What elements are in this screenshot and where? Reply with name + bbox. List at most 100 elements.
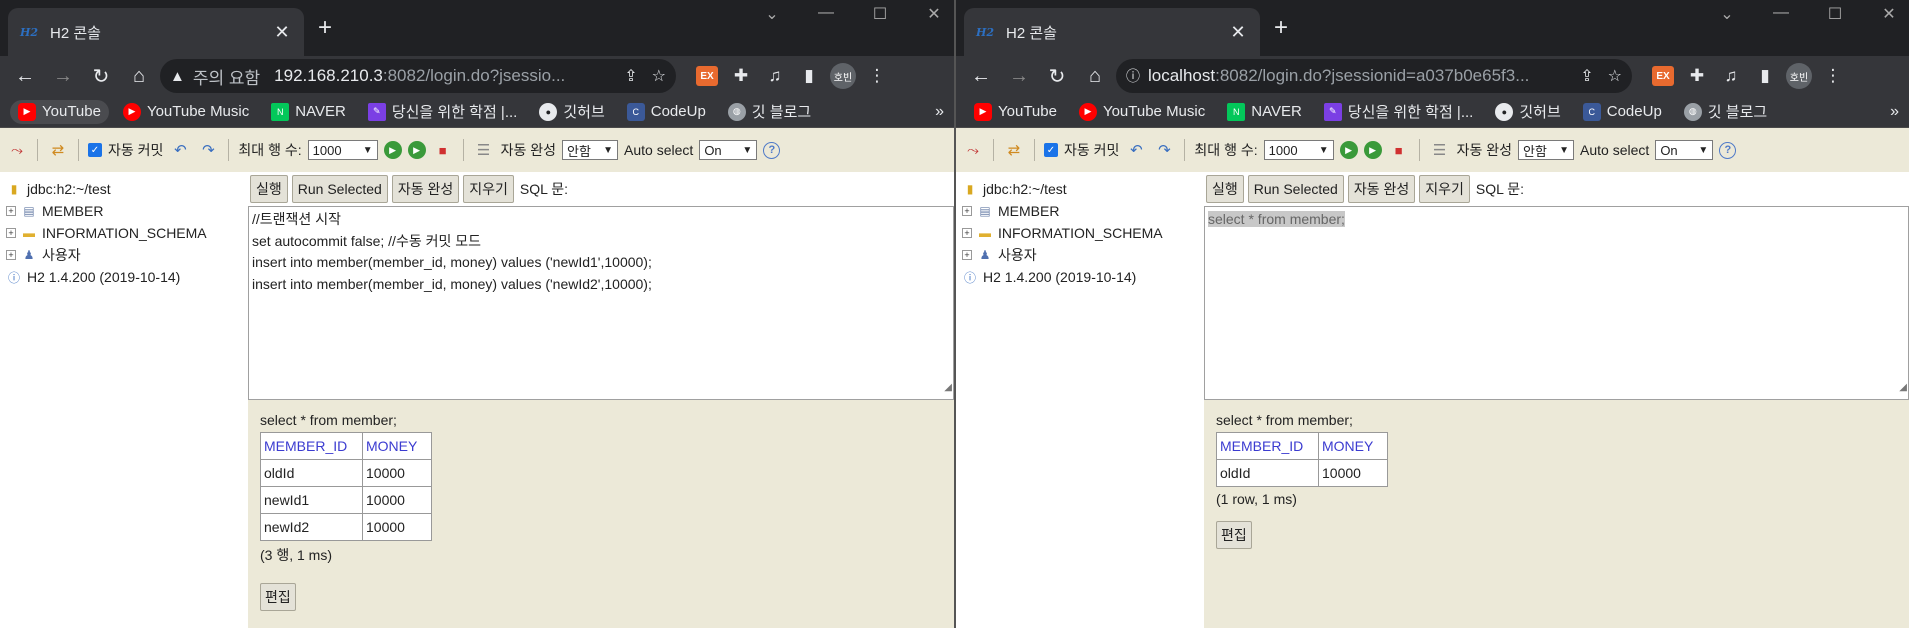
home-icon[interactable]: ⌂	[1078, 59, 1112, 93]
auto-select-select[interactable]: On ▼	[699, 140, 758, 160]
disconnect-icon[interactable]: ⤳	[962, 139, 984, 161]
bookmark-youtube-music[interactable]: ▶ YouTube Music	[115, 100, 257, 124]
rollback-icon[interactable]: ↶	[169, 139, 191, 161]
run-selected-button[interactable]: Run Selected	[291, 175, 388, 203]
bookmark-naver[interactable]: N NAVER	[1219, 100, 1310, 124]
autocomplete-button[interactable]: 자동 완성	[1347, 175, 1416, 203]
new-tab-icon[interactable]: +	[318, 14, 332, 42]
bookmark-github[interactable]: ● 깃허브	[531, 98, 612, 125]
share-icon[interactable]: ⇪	[624, 66, 637, 86]
back-icon[interactable]: ←	[964, 59, 998, 93]
resize-handle-icon[interactable]: ◢	[1899, 377, 1907, 399]
maximize-icon[interactable]: ☐	[868, 4, 892, 24]
expand-icon[interactable]: +	[962, 228, 972, 238]
tree-users[interactable]: + ♟ 사용자	[962, 244, 1198, 266]
tree-information-schema[interactable]: + ▬ INFORMATION_SCHEMA	[6, 222, 242, 244]
run-icon[interactable]: ▶	[383, 141, 402, 159]
tree-connection[interactable]: ▮ jdbc:h2:~/test	[962, 178, 1198, 200]
share-icon[interactable]: ⇪	[1580, 66, 1593, 86]
bookmark-grades[interactable]: ✎ 당신을 위한 학점 |...	[1316, 98, 1482, 125]
tab-close-icon[interactable]: ✕	[272, 22, 292, 43]
help-icon[interactable]: ?	[763, 141, 781, 159]
expand-icon[interactable]: +	[6, 206, 16, 216]
home-icon[interactable]: ⌂	[122, 59, 156, 93]
profile-avatar[interactable]: 호빈	[828, 61, 858, 91]
sql-editor[interactable]: //트랜잭션 시작 set autocommit false; //수동 커밋 …	[248, 206, 954, 400]
expand-icon[interactable]: +	[6, 250, 16, 260]
warning-icon[interactable]: ▲	[170, 68, 185, 85]
expand-icon[interactable]: +	[962, 250, 972, 260]
media-control-icon[interactable]: ♫	[1716, 61, 1746, 91]
extension-ex-icon[interactable]: EX	[692, 61, 722, 91]
bookmarks-overflow-icon[interactable]: »	[1890, 103, 1899, 121]
run-selected-button[interactable]: Run Selected	[1247, 175, 1344, 203]
bookmark-codeup[interactable]: C CodeUp	[619, 100, 714, 124]
close-window-icon[interactable]: ✕	[1877, 4, 1901, 24]
auto-select-select[interactable]: On ▼	[1655, 140, 1714, 160]
edit-button[interactable]: 편집	[260, 583, 296, 611]
column-header[interactable]: MEMBER_ID	[1216, 432, 1319, 460]
max-rows-select[interactable]: 1000 ▼	[1263, 140, 1334, 160]
commit-icon[interactable]: ↷	[1153, 139, 1175, 161]
autocommit-checkbox[interactable]: ✓	[88, 143, 102, 157]
clear-button[interactable]: 지우기	[1419, 175, 1470, 203]
extensions-puzzle-icon[interactable]: ✚	[1682, 61, 1712, 91]
run-button[interactable]: 실행	[250, 175, 288, 203]
column-header[interactable]: MONEY	[362, 432, 432, 460]
forward-icon[interactable]: →	[1002, 59, 1036, 93]
help-icon[interactable]: ?	[1719, 141, 1737, 159]
tab-search-icon[interactable]: ⌄	[760, 4, 784, 24]
tree-table-member[interactable]: + ▤ MEMBER	[962, 200, 1198, 222]
close-window-icon[interactable]: ✕	[922, 4, 946, 24]
expand-icon[interactable]: +	[6, 228, 16, 238]
max-rows-select[interactable]: 1000 ▼	[307, 140, 378, 160]
refresh-icon[interactable]: ⇄	[47, 139, 69, 161]
tree-users[interactable]: + ♟ 사용자	[6, 244, 242, 266]
bookmark-youtube-music[interactable]: ▶ YouTube Music	[1071, 100, 1213, 124]
autocommit-checkbox[interactable]: ✓	[1044, 143, 1058, 157]
tree-table-member[interactable]: + ▤ MEMBER	[6, 200, 242, 222]
column-header[interactable]: MEMBER_ID	[260, 432, 363, 460]
run-icon[interactable]: ▶	[1339, 141, 1358, 159]
maximize-icon[interactable]: ☐	[1823, 4, 1847, 24]
bookmark-codeup[interactable]: C CodeUp	[1575, 100, 1670, 124]
back-icon[interactable]: ←	[8, 59, 42, 93]
bookmark-star-icon[interactable]: ☆	[652, 66, 666, 86]
sql-editor[interactable]: select * from member; ◢	[1204, 206, 1909, 400]
bookmark-github[interactable]: ● 깃허브	[1487, 98, 1568, 125]
expand-icon[interactable]: +	[962, 206, 972, 216]
edit-button[interactable]: 편집	[1216, 521, 1252, 549]
autocomplete-select[interactable]: 안함 ▼	[562, 140, 619, 160]
tree-information-schema[interactable]: + ▬ INFORMATION_SCHEMA	[962, 222, 1198, 244]
browser-tab[interactable]: H2 H2 콘솔 ✕	[8, 8, 304, 56]
new-tab-icon[interactable]: +	[1274, 14, 1288, 42]
minimize-icon[interactable]: —	[814, 4, 838, 24]
autocomplete-button[interactable]: 자동 완성	[391, 175, 460, 203]
profile-avatar[interactable]: 호빈	[1784, 61, 1814, 91]
clear-button[interactable]: 지우기	[463, 175, 514, 203]
refresh-icon[interactable]: ⇄	[1003, 139, 1025, 161]
rollback-icon[interactable]: ↶	[1125, 139, 1147, 161]
run-selected-icon[interactable]: ▶	[407, 141, 426, 159]
address-bar[interactable]: ⓘ localhost:8082/login.do?jsessionid=a03…	[1116, 59, 1632, 93]
history-icon[interactable]: ☰	[1429, 139, 1451, 161]
tree-connection[interactable]: ▮ jdbc:h2:~/test	[6, 178, 242, 200]
stop-icon[interactable]: ■	[1388, 139, 1410, 161]
autocomplete-select[interactable]: 안함 ▼	[1518, 140, 1575, 160]
bookmark-git-blog[interactable]: ◍ 깃 블로그	[720, 98, 819, 125]
disconnect-icon[interactable]: ⤳	[6, 139, 28, 161]
bookmark-star-icon[interactable]: ☆	[1608, 66, 1622, 86]
menu-kebab-icon[interactable]: ⋮	[862, 61, 892, 91]
side-panel-icon[interactable]: ▮	[794, 61, 824, 91]
reload-icon[interactable]: ↻	[1040, 59, 1074, 93]
tab-search-icon[interactable]: ⌄	[1715, 4, 1739, 24]
commit-icon[interactable]: ↷	[197, 139, 219, 161]
browser-tab[interactable]: H2 H2 콘솔 ✕	[964, 8, 1260, 56]
media-control-icon[interactable]: ♫	[760, 61, 790, 91]
resize-handle-icon[interactable]: ◢	[944, 377, 952, 399]
run-button[interactable]: 실행	[1206, 175, 1244, 203]
stop-icon[interactable]: ■	[432, 139, 454, 161]
extension-ex-icon[interactable]: EX	[1648, 61, 1678, 91]
run-selected-icon[interactable]: ▶	[1363, 141, 1382, 159]
bookmarks-overflow-icon[interactable]: »	[935, 103, 944, 121]
